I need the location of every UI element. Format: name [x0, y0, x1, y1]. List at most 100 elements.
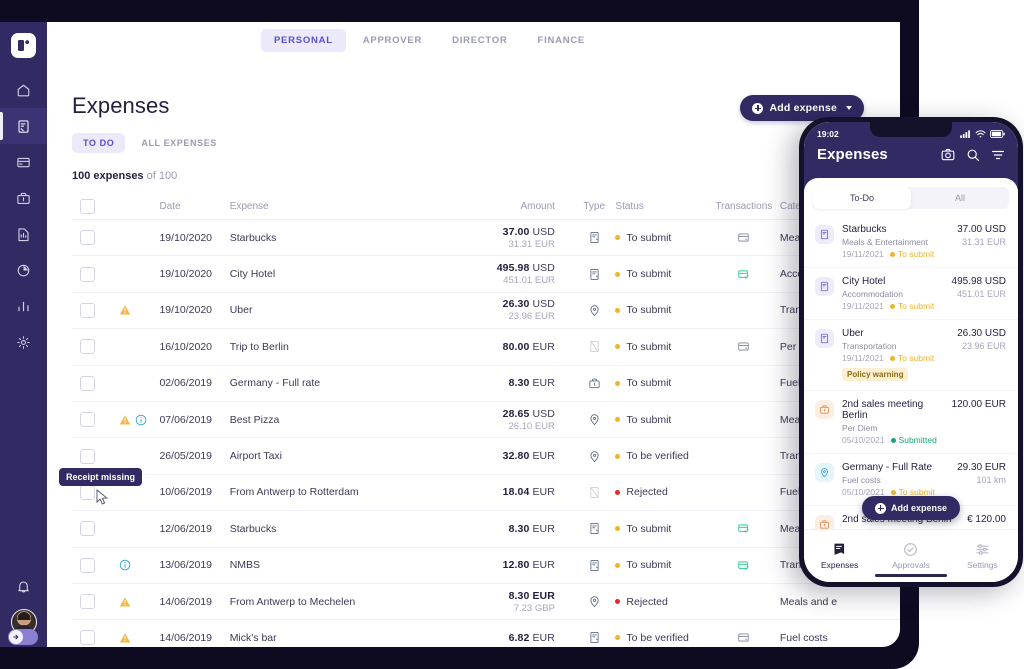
table-row[interactable]: 12/06/2019 Starbucks 8.30 EUR To submit Meal…: [72, 511, 900, 548]
row-checkbox[interactable]: [80, 557, 95, 573]
table-row[interactable]: 10/06/2019 From Antwerp to Rotterdam 18.04…: [72, 475, 900, 512]
phone-tab-settings[interactable]: Settings: [947, 530, 1018, 582]
row-checkbox[interactable]: [80, 484, 95, 500]
sidebar-item-travel[interactable]: [0, 180, 47, 216]
row-transaction-icon: [708, 522, 780, 535]
warning-icon[interactable]: [119, 414, 131, 426]
status-dot: [615, 562, 621, 568]
sidebar-bottom: [0, 569, 47, 645]
row-status-label: To submit: [626, 559, 672, 572]
table-body: 19/10/2020 Starbucks 37.00 USD 31.31 EUR To …: [72, 220, 900, 647]
phone-list-item[interactable]: Starbucks Meals & Entertainment 19/11/2021…: [804, 216, 1018, 268]
sidebar-item-home[interactable]: [0, 72, 47, 108]
tab-approver[interactable]: APPROVER: [350, 29, 435, 52]
search-icon[interactable]: [966, 148, 980, 162]
row-status-label: To submit: [626, 268, 672, 281]
row-status-label: Rejected: [626, 595, 668, 608]
phone-list-item[interactable]: Uber Transportation 19/11/2021 To submit Pol…: [804, 320, 1018, 391]
filter-icon[interactable]: [991, 148, 1005, 162]
select-all-checkbox[interactable]: [80, 198, 95, 214]
filter-all-expenses[interactable]: ALL EXPENSES: [130, 133, 228, 153]
phone-item-date: 19/11/2021: [842, 249, 884, 259]
row-type-icon: [573, 340, 616, 353]
info-icon[interactable]: [119, 559, 131, 571]
tab-personal[interactable]: PERSONAL: [260, 29, 346, 52]
table-row[interactable]: 19/10/2020 Starbucks 37.00 USD 31.31 EUR To …: [72, 220, 900, 257]
theme-toggle[interactable]: [8, 629, 38, 645]
signal-icon: [960, 130, 970, 138]
phone-segment-todo[interactable]: To-Do: [813, 187, 911, 209]
row-select-cell: [72, 412, 119, 428]
sidebar-item-expenses[interactable]: [0, 108, 47, 144]
phone-tab-expenses[interactable]: Expenses: [804, 530, 875, 582]
row-checkbox[interactable]: [80, 412, 95, 428]
sidebar-item-settings[interactable]: [0, 324, 47, 360]
table-row[interactable]: 14/06/2019 Mick's bar 6.82 EUR To be verifi…: [72, 620, 900, 647]
tab-director[interactable]: DIRECTOR: [439, 29, 520, 52]
phone-list-item[interactable]: 2nd sales meeting Berlin Per Diem 05/10/20…: [804, 391, 1018, 454]
table-row[interactable]: 07/06/2019 Best Pizza 28.65 USD 26.10 EUR To…: [72, 402, 900, 439]
table-row[interactable]: 16/10/2020 Trip to Berlin 80.00 EUR To subm…: [72, 329, 900, 366]
warning-icon[interactable]: [119, 632, 131, 644]
row-checkbox[interactable]: [80, 302, 95, 318]
phone-list-item[interactable]: City Hotel Accommodation 19/11/2021 To subm…: [804, 268, 1018, 320]
row-status-label: To submit: [626, 340, 672, 353]
row-type-icon: [573, 486, 616, 499]
row-checkbox[interactable]: [80, 594, 95, 610]
row-checkbox[interactable]: [80, 230, 95, 246]
phone-item-name: City Hotel: [842, 276, 886, 287]
header-amount: Amount: [520, 200, 555, 212]
header-type: Type: [583, 200, 606, 212]
row-checkbox[interactable]: [80, 630, 95, 646]
bell-icon[interactable]: [0, 569, 47, 603]
status-dot: [615, 635, 621, 641]
status-dot: [890, 489, 896, 495]
table-row[interactable]: 02/06/2019 Germany - Full rate 8.30 EUR To …: [72, 366, 900, 402]
sidebar-item-cards[interactable]: [0, 144, 47, 180]
status-dot: [889, 355, 895, 361]
row-checkbox[interactable]: [80, 375, 95, 391]
sidebar-item-statistics[interactable]: [0, 288, 47, 324]
row-select-cell: [72, 557, 119, 573]
tab-finance[interactable]: FINANCE: [525, 29, 598, 52]
phone-item-meta: 19/11/2021 To submit: [842, 249, 949, 259]
status-dot: [890, 437, 896, 443]
row-date: 12/06/2019: [159, 522, 213, 535]
row-date: 26/05/2019: [159, 450, 213, 463]
row-checkbox[interactable]: [80, 339, 95, 355]
phone-item-amounts: 495.98 USD 451.01 EUR: [952, 276, 1006, 311]
table-row[interactable]: 14/06/2019 From Antwerp to Mechelen 8.30 E…: [72, 584, 900, 621]
table-row[interactable]: 19/10/2020 Uber 26.30 USD 23.96 EUR To submi…: [72, 293, 900, 330]
table-row[interactable]: 26/05/2019 Airport Taxi 32.80 EUR To be ver…: [72, 438, 900, 475]
phone-item-status: To submit: [889, 249, 934, 259]
filter-to-do[interactable]: TO DO: [72, 133, 126, 153]
status-dot: [615, 599, 621, 605]
sidebar-item-reports[interactable]: [0, 216, 47, 252]
phone-segment-all[interactable]: All: [911, 187, 1009, 209]
phone-page-title: Expenses: [817, 146, 888, 163]
warning-icon[interactable]: [119, 304, 131, 316]
status-dot: [615, 489, 621, 495]
row-amount-converted: 7.23 GBP: [513, 602, 555, 614]
sidebar-nav: [0, 72, 47, 360]
row-status: To submit: [615, 559, 707, 571]
table-row[interactable]: 19/10/2020 City Hotel 495.98 USD 451.01 EUR…: [72, 256, 900, 293]
sidebar-item-analytics[interactable]: [0, 252, 47, 288]
row-checkbox[interactable]: [80, 448, 95, 464]
logo-mark[interactable]: [11, 33, 36, 58]
row-transaction-icon: [708, 631, 780, 644]
info-icon[interactable]: [135, 414, 147, 426]
phone-item-amount: 26.30 USD: [957, 328, 1006, 339]
phone-tab-expenses-label: Expenses: [820, 560, 859, 570]
row-checkbox[interactable]: [80, 266, 95, 282]
phone-add-expense-fab[interactable]: Add expense: [861, 496, 961, 520]
row-amount: 8.30 EUR: [508, 522, 555, 535]
warning-icon[interactable]: [119, 596, 131, 608]
table-row[interactable]: 13/06/2019NMBS12.80 EURTo submitTranspor…: [72, 548, 900, 584]
row-date: 19/10/2020: [159, 304, 213, 317]
row-checkbox[interactable]: [80, 521, 95, 537]
phone-item-body: Uber Transportation 19/11/2021 To submit Pol…: [842, 328, 949, 382]
row-amount-cell: 18.04 EUR: [424, 486, 573, 498]
camera-icon[interactable]: [941, 148, 955, 162]
phone-item-amount-secondary: 31.31 EUR: [961, 237, 1006, 247]
